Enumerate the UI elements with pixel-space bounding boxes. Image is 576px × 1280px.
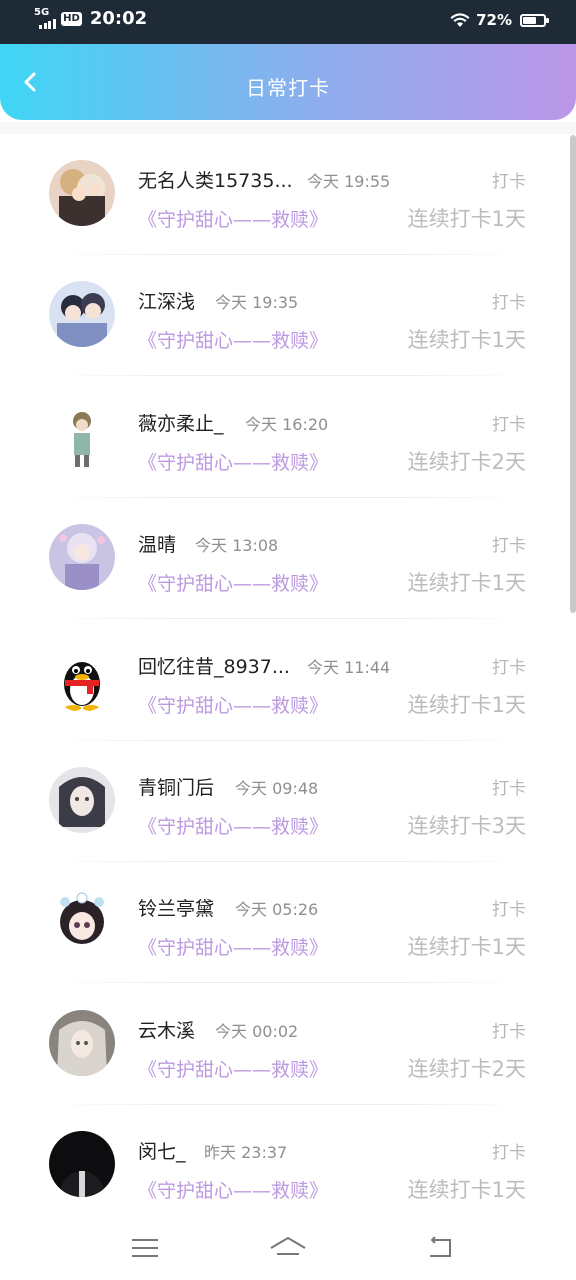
network-type: 5G: [34, 7, 50, 18]
user-name[interactable]: 温晴: [138, 530, 176, 557]
home-icon: [270, 1237, 306, 1255]
avatar[interactable]: [49, 1009, 115, 1076]
streak-text: 连续打卡1天: [407, 571, 526, 596]
avatar[interactable]: [49, 767, 115, 833]
list-item[interactable]: 无名人类15735... 今天 19:55 《守护甜心——救赎》 打卡连续打卡1天: [0, 134, 576, 255]
streak-text: 连续打卡1天: [407, 207, 526, 231]
home-button[interactable]: [266, 1230, 310, 1266]
battery-icon: [520, 13, 549, 27]
streak-text: 连续打卡3天: [407, 814, 526, 838]
status-left: 5G HD 20:02: [34, 7, 148, 29]
list-item[interactable]: 青铜门后 今天 09:48 《守护甜心——救赎》 打卡连续打卡3天: [0, 741, 576, 862]
streak-text: 连续打卡1天: [407, 1178, 526, 1203]
avatar[interactable]: [49, 160, 115, 226]
list-item[interactable]: 温晴 今天 13:08 《守护甜心——救赎》 打卡连续打卡1天: [0, 498, 576, 620]
wifi-icon: [450, 12, 470, 27]
checkin-tag: 打卡: [492, 172, 526, 192]
user-name[interactable]: 闵七_: [138, 1137, 186, 1164]
signal-icon: [39, 18, 57, 29]
checkin-time: 今天 19:55: [307, 172, 391, 191]
checkin-tag: 打卡: [492, 293, 526, 314]
user-name[interactable]: 江深浅: [138, 287, 195, 314]
status-time: 20:02: [89, 8, 148, 29]
book-link[interactable]: 《守护甜心——救赎》: [138, 569, 328, 596]
book-link[interactable]: 《守护甜心——救赎》: [138, 691, 328, 718]
scrollbar[interactable]: [570, 135, 576, 613]
checkin-time: 今天 19:35: [215, 293, 299, 313]
avatar[interactable]: [49, 524, 115, 591]
checkin-tag: 打卡: [492, 414, 526, 435]
book-link[interactable]: 《守护甜心——救赎》: [138, 448, 328, 475]
back-arrow-icon: [430, 1236, 451, 1257]
book-link[interactable]: 《守护甜心——救赎》: [138, 205, 328, 232]
list-item[interactable]: 云木溪 今天 00:02 《守护甜心——救赎》 打卡连续打卡2天: [0, 984, 576, 1105]
system-nav-bar: [0, 1220, 576, 1280]
book-link[interactable]: 《守护甜心——救赎》: [138, 1176, 328, 1203]
streak-text: 连续打卡2天: [407, 1056, 526, 1081]
list-item[interactable]: 薇亦柔止_ 今天 16:20 《守护甜心——救赎》 打卡连续打卡2天: [0, 377, 576, 498]
book-link[interactable]: 《守护甜心——救赎》: [138, 326, 328, 353]
battery-percent: 72%: [476, 11, 512, 29]
checkin-tag: 打卡: [492, 779, 526, 799]
book-link[interactable]: 《守护甜心——救赎》: [138, 1055, 328, 1082]
hd-badge: HD: [61, 11, 82, 26]
streak-text: 连续打卡2天: [407, 449, 526, 474]
system-back-button[interactable]: [418, 1230, 462, 1266]
checkin-time: 今天 13:08: [195, 536, 279, 556]
avatar[interactable]: [49, 888, 115, 955]
checkin-tag: 打卡: [492, 536, 526, 557]
checkin-tag: 打卡: [492, 900, 526, 921]
list-item[interactable]: 回忆往昔_8937... 今天 11:44 《守护甜心——救赎》 打卡连续打卡1天: [0, 620, 576, 741]
checkin-tag: 打卡: [492, 1143, 526, 1164]
user-name[interactable]: 回忆往昔_8937...: [138, 652, 290, 679]
checkin-time: 今天 11:44: [307, 657, 391, 677]
checkin-list[interactable]: 无名人类15735... 今天 19:55 《守护甜心——救赎》 打卡 连续打卡1天 江深…: [0, 122, 576, 1220]
checkin-time: 今天 05:26: [235, 900, 319, 920]
menu-icon: [132, 1239, 158, 1257]
user-name[interactable]: 无名人类15735...: [138, 166, 293, 193]
list-item[interactable]: 江深浅 今天 19:35 《守护甜心——救赎》 打卡连续打卡1天: [0, 255, 576, 377]
book-link[interactable]: 《守护甜心——救赎》: [138, 933, 328, 960]
checkin-time: 今天 16:20: [245, 414, 329, 434]
avatar[interactable]: [49, 645, 115, 712]
status-right: 72%: [450, 11, 549, 29]
book-link[interactable]: 《守护甜心——救赎》: [138, 812, 328, 839]
streak-text: 连续打卡1天: [407, 328, 526, 353]
list-item[interactable]: 闵七_ 昨天 23:37 《守护甜心——救赎》 打卡连续打卡1天: [0, 1105, 576, 1220]
user-name[interactable]: 云木溪: [138, 1016, 195, 1043]
checkin-tag: 打卡: [492, 1021, 526, 1042]
streak-text: 连续打卡1天: [407, 935, 526, 960]
checkin-tag: 打卡: [492, 657, 526, 678]
user-name[interactable]: 薇亦柔止_: [138, 409, 224, 436]
menu-button[interactable]: [123, 1230, 167, 1266]
avatar[interactable]: [49, 1131, 115, 1198]
streak-text: 连续打卡1天: [407, 692, 526, 717]
page-title: 日常打卡: [246, 76, 330, 100]
checkin-time: 昨天 23:37: [204, 1143, 288, 1163]
list-item[interactable]: 铃兰亭黛 今天 05:26 《守护甜心——救赎》 打卡连续打卡1天: [0, 862, 576, 984]
avatar[interactable]: [49, 281, 115, 348]
user-name[interactable]: 铃兰亭黛: [138, 894, 214, 921]
user-name[interactable]: 青铜门后: [138, 773, 214, 800]
status-bar: 5G HD 20:02 72%: [0, 0, 576, 44]
checkin-time: 今天 09:48: [235, 779, 319, 798]
top-header: 日常打卡: [0, 44, 576, 120]
avatar[interactable]: [49, 402, 115, 469]
checkin-time: 今天 00:02: [215, 1021, 299, 1041]
